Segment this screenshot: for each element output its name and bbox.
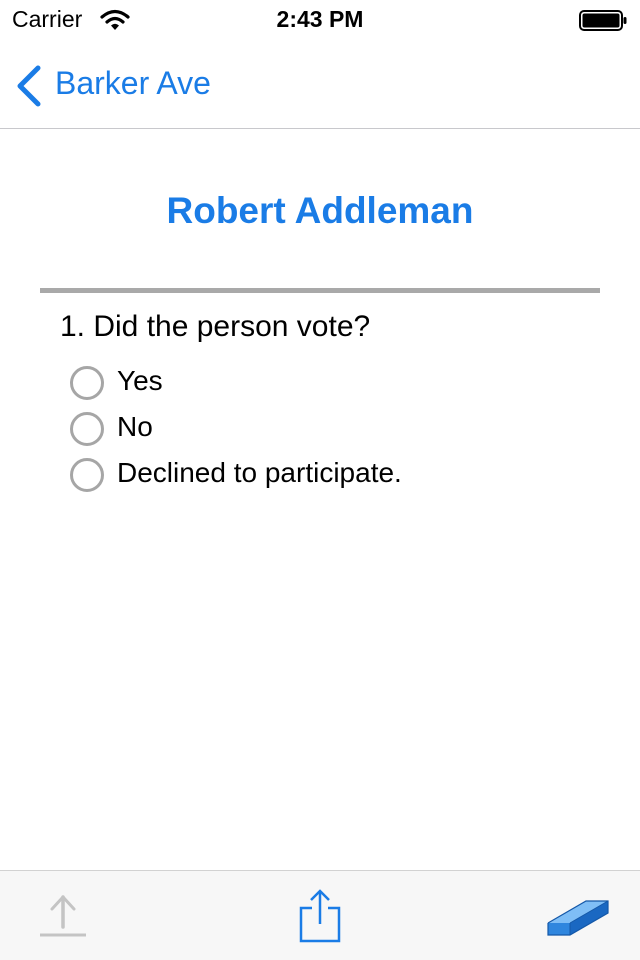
navigation-bar: Barker Ave [0,40,640,129]
answer-option-no[interactable]: No [68,409,588,449]
radio-button[interactable] [70,458,104,492]
bottom-toolbar [0,870,640,960]
answer-option-yes[interactable]: Yes [68,363,588,403]
share-icon[interactable] [297,888,343,944]
upload-icon[interactable] [38,893,88,939]
chevron-left-icon[interactable] [14,64,44,108]
answer-label[interactable]: Yes [117,365,163,397]
answer-label[interactable]: Declined to participate. [117,457,402,489]
page-title: Robert Addleman [166,190,474,231]
question-text: 1. Did the person vote? [60,310,371,343]
back-button[interactable]: Barker Ave [55,65,211,102]
answer-option-declined[interactable]: Declined to participate. [68,455,588,495]
eraser-icon[interactable] [545,895,611,937]
radio-button[interactable] [70,366,104,400]
status-time: 2:43 PM [276,6,364,32]
answer-label[interactable]: No [117,411,153,443]
battery-icon [579,10,627,31]
status-bar: Carrier 2:43 PM [0,0,640,40]
divider [40,288,600,293]
radio-button[interactable] [70,412,104,446]
